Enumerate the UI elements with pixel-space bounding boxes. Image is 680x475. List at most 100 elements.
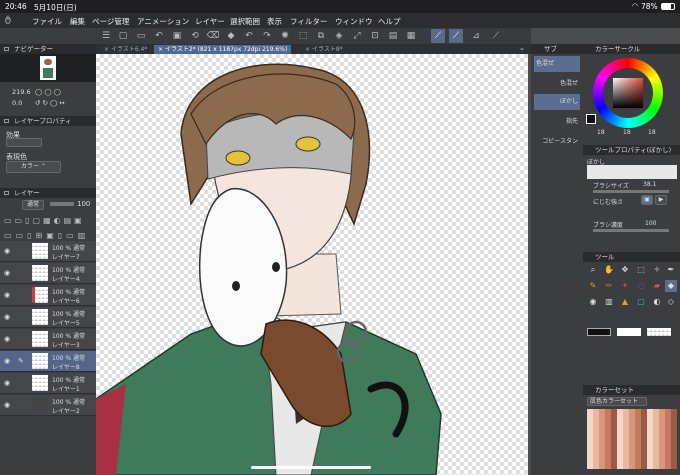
density-slider[interactable] <box>593 229 669 232</box>
effect-buttons[interactable] <box>6 138 42 147</box>
menu-selection[interactable]: 選択範囲 <box>230 16 260 27</box>
menu-edit[interactable]: 編集 <box>70 16 85 27</box>
correct-line-tool-icon[interactable]: ◇ <box>665 296 677 308</box>
open-icon[interactable]: ▭ <box>134 29 148 43</box>
layer-tool-icons[interactable]: ▭▭▯▢▦◐▤▣ <box>4 216 85 225</box>
loading-icon[interactable]: ✺ <box>278 29 292 43</box>
visibility-eye-icon[interactable]: ◉ <box>4 313 10 321</box>
visibility-eye-icon[interactable]: ◉ <box>4 335 10 343</box>
blur-play-button[interactable]: ▶ <box>655 195 667 205</box>
color-swatch-grid[interactable] <box>587 409 677 469</box>
subtool-item-stamp[interactable]: コピースタン <box>534 134 580 150</box>
zoom-buttons[interactable]: ◯ ◯ ◯ <box>35 88 61 96</box>
battery-icon <box>661 3 675 10</box>
layer-row-5[interactable]: ◉ 100 % 通常 レイヤー5 <box>0 307 96 328</box>
pen-tool-icon[interactable]: ✎ <box>587 280 599 292</box>
transform-icon[interactable]: ⤢ <box>350 29 364 43</box>
fill-tool-icon[interactable]: ◉ <box>587 296 599 308</box>
brush-tool-icon[interactable]: ✦ <box>619 280 631 292</box>
layer-row-2[interactable]: ◉ 100 % 通常 レイヤー2 <box>0 395 96 416</box>
main-color-chip[interactable] <box>587 328 611 336</box>
undo-icon[interactable]: ↶ <box>152 29 166 43</box>
main-color-swatch[interactable] <box>586 114 596 124</box>
drawing-canvas[interactable] <box>96 54 528 475</box>
snap-special-icon[interactable]: ⟋ <box>449 29 463 43</box>
eyedropper-tool-icon[interactable]: ✒ <box>665 264 677 276</box>
gradient-tool-icon[interactable]: ▥ <box>603 296 615 308</box>
color-set-select[interactable]: 肌色カラーセット <box>587 397 647 406</box>
grid-icon[interactable]: ▤ <box>386 29 400 43</box>
app-logo-icon[interactable]: ტ <box>5 15 11 25</box>
layer-row-8[interactable]: ◉ ✎ 100 % 通常 レイヤー8 <box>0 351 96 372</box>
layer-action-icons[interactable]: ▭▭▯⊞▣▯▭▥ <box>4 231 89 240</box>
save-icon[interactable]: ▣ <box>170 29 184 43</box>
saturation-square[interactable] <box>613 78 643 108</box>
visibility-eye-icon[interactable]: ◉ <box>4 357 10 365</box>
menu-window[interactable]: ウィンドウ <box>335 16 373 27</box>
visibility-eye-icon[interactable]: ◉ <box>4 379 10 387</box>
subtool-item-blur[interactable]: ぼかし <box>534 94 580 110</box>
visibility-eye-icon[interactable]: ◉ <box>4 247 10 255</box>
menu-page[interactable]: ページ管理 <box>92 16 129 27</box>
visibility-eye-icon[interactable]: ◉ <box>4 401 10 409</box>
new-file-icon[interactable]: ▢ <box>116 29 130 43</box>
visibility-eye-icon[interactable]: ◉ <box>4 291 10 299</box>
snap-ruler-icon[interactable]: ⟋ <box>431 29 445 43</box>
figure-tool-icon[interactable]: ▲ <box>619 296 631 308</box>
invert-icon[interactable]: ⧉ <box>314 29 328 43</box>
menu-animation[interactable]: アニメーション <box>137 16 189 27</box>
lasso-tool-icon[interactable]: ✧ <box>651 264 663 276</box>
history-icon[interactable]: ⟲ <box>188 29 202 43</box>
zoom-tool-icon[interactable]: ⌕ <box>587 264 599 276</box>
layer-row-4[interactable]: ◉ 100 % 通常 レイヤー4 <box>0 263 96 284</box>
stabilize-icon[interactable]: ⟋ <box>489 29 503 43</box>
visibility-eye-icon[interactable]: ◉ <box>4 269 10 277</box>
transparent-chip[interactable] <box>647 328 671 336</box>
subtool-item-blend-1[interactable]: 色混ぜ <box>534 56 580 72</box>
blend-mode-select[interactable]: 通常 <box>22 200 44 210</box>
layer-row-1[interactable]: ◉ 100 % 通常 レイヤー1 <box>0 373 96 394</box>
select-tool-icon[interactable]: ⬚ <box>635 264 647 276</box>
layer-row-7[interactable]: ◉ 100 % 通常 レイヤー7 <box>0 241 96 262</box>
ruler-icon[interactable]: ▦ <box>404 29 418 43</box>
clear-icon[interactable]: ⌫ <box>206 29 220 43</box>
tab-illust-6[interactable]: × イラスト6.4* <box>100 45 151 54</box>
subtool-item-blend-2[interactable]: 色混ぜ <box>534 76 580 92</box>
menu-help[interactable]: ヘルプ <box>378 16 401 27</box>
blur-mode-button[interactable]: ▣ <box>641 195 653 205</box>
layer-row-6[interactable]: ◉ 100 % 通常 レイヤー6 <box>0 285 96 306</box>
move-tool-icon[interactable]: ✥ <box>619 264 631 276</box>
tab-illust-2[interactable]: × イラスト2* (821 x 1187px 72dpi 219.6%) <box>154 45 292 54</box>
menu-file[interactable]: ファイル <box>32 16 62 27</box>
color-mode-select[interactable]: カラー ⌃ <box>6 161 61 173</box>
layer-row-3[interactable]: ◉ 100 % 通常 レイヤー3 <box>0 329 96 350</box>
crop-icon[interactable]: ⊡ <box>368 29 382 43</box>
snap-grid-icon[interactable]: ⊿ <box>469 29 483 43</box>
color-v-value: 18 <box>648 129 656 136</box>
blend-tool-icon[interactable]: ◆ <box>665 280 677 292</box>
airbrush-tool-icon[interactable]: ◌ <box>635 280 647 292</box>
redo-icon[interactable]: ↷ <box>260 29 274 43</box>
brush-size-slider[interactable] <box>593 190 669 193</box>
menu-hamburger-icon[interactable]: ☰ <box>99 29 113 43</box>
fill-icon[interactable]: ◆ <box>224 29 238 43</box>
bucket-icon[interactable]: ◈ <box>332 29 346 43</box>
balloon-tool-icon[interactable]: ◐ <box>651 296 663 308</box>
text-tool-icon[interactable]: ▢ <box>635 296 647 308</box>
navigator-preview[interactable] <box>0 54 96 82</box>
rotate-buttons[interactable]: ↺ ↻ ◯ ↔ <box>35 99 65 107</box>
menu-filter[interactable]: フィルター <box>290 16 327 27</box>
tab-illust-8[interactable]: × イラスト8* <box>301 45 347 54</box>
hand-tool-icon[interactable]: ✋ <box>603 264 615 276</box>
deselect-icon[interactable]: ⬚ <box>296 29 310 43</box>
opacity-slider[interactable] <box>50 202 74 206</box>
undo2-icon[interactable]: ↶ <box>242 29 256 43</box>
sub-color-chip[interactable] <box>617 328 641 336</box>
menu-view[interactable]: 表示 <box>267 16 282 27</box>
menu-layer[interactable]: レイヤー <box>195 16 225 27</box>
eraser-tool-icon[interactable]: ▰ <box>651 280 663 292</box>
chevron-down-icon[interactable]: ⌄ <box>519 44 525 52</box>
subtool-item-finger[interactable]: 指先 <box>534 114 580 130</box>
pencil-tool-icon[interactable]: ✏ <box>603 280 615 292</box>
hue-ring[interactable] <box>593 58 663 128</box>
